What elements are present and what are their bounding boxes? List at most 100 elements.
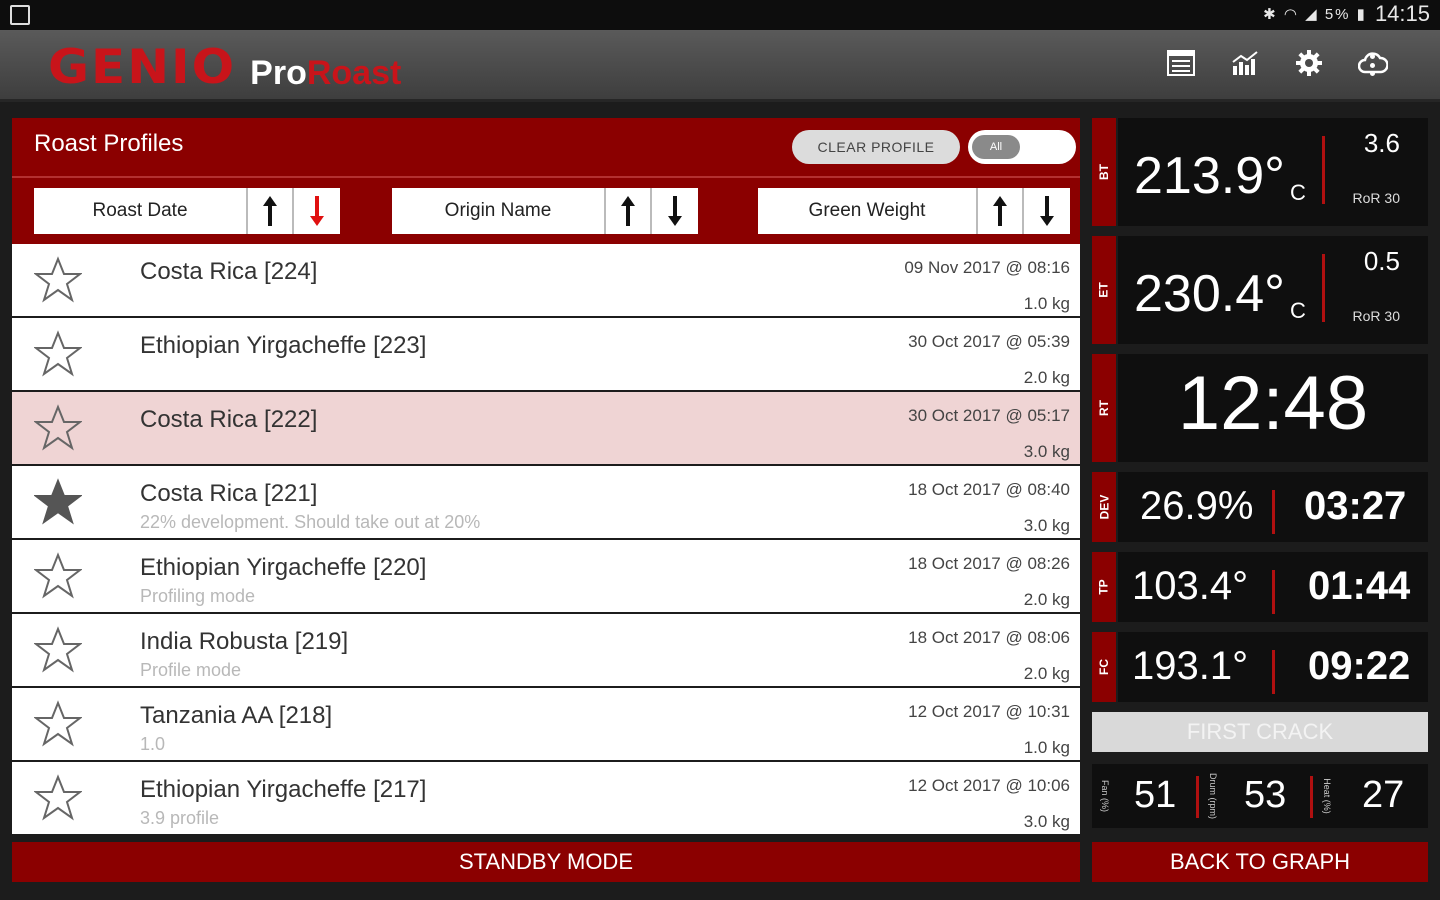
arrow-down-icon[interactable] [294,188,340,234]
star-outline-icon[interactable] [34,700,82,748]
profile-name: India Robusta [219] [140,628,349,655]
bt-ror-value: 3.6 [1363,128,1400,158]
profile-row[interactable]: Ethiopian Yirgacheffe [223] 30 Oct 2017 … [12,318,1080,390]
brand-roast: Roast [306,54,402,92]
fan-label: Fan (%) [1100,779,1111,813]
profile-date: 12 Oct 2017 @ 10:06 [908,776,1070,795]
profile-list: Costa Rica [224] 09 Nov 2017 @ 08:16 1.0… [12,244,1080,834]
fan-value: 51 [1134,774,1177,816]
profile-weight: 2.0 kg [1023,664,1070,683]
dev-time: 03:27 [1304,484,1407,528]
standby-mode-button[interactable]: STANDBY MODE [12,842,1080,882]
profile-date: 12 Oct 2017 @ 10:31 [908,702,1070,721]
status-time: 14:15 [1374,1,1430,26]
profile-row[interactable]: India Robusta [219] Profile mode 18 Oct … [12,614,1080,686]
profile-note: 22% development. Should take out at 20% [140,512,481,532]
profile-weight: 1.0 kg [1023,738,1070,757]
arrow-down-icon[interactable] [652,188,698,234]
profile-name: Ethiopian Yirgacheffe [220] [140,554,427,581]
profile-name: Tanzania AA [218] [140,702,333,729]
et-readout: ET 230.4° C 0.5 RoR 30 [1092,236,1428,344]
arrow-up-icon[interactable] [978,188,1024,234]
fc-tag: FC [1092,632,1116,702]
chart-icon[interactable] [1230,48,1260,78]
et-value: 230.4° [1134,265,1285,323]
drum-label: Drum (rpm) [1208,773,1218,819]
et-ror-label: RoR 30 [1352,308,1400,324]
star-filled-icon[interactable] [34,478,82,526]
heat-value: 27 [1362,774,1405,816]
header-divider [12,176,1080,178]
divider [1310,776,1313,818]
profile-row[interactable]: Ethiopian Yirgacheffe [220] Profiling mo… [12,540,1080,612]
sort-origin-name-label[interactable]: Origin Name [392,188,606,234]
divider [1322,136,1325,204]
all-toggle-knob: All [972,135,1020,159]
tp-temp: 103.4° [1132,564,1249,608]
star-outline-icon[interactable] [34,256,82,304]
panel-header: Roast Profiles CLEAR PROFILE All Roast D… [12,118,1080,244]
dev-percent: 26.9% [1140,484,1254,528]
divider [1272,570,1275,614]
profile-name: Costa Rica [222] [140,406,318,433]
sort-roast-date-label[interactable]: Roast Date [34,188,248,234]
profile-weight: 2.0 kg [1023,590,1070,609]
list-icon[interactable] [1166,48,1196,78]
profile-weight: 2.0 kg [1023,368,1070,387]
fc-temp: 193.1° [1132,644,1249,688]
control-strip: Fan (%) 51 Drum (rpm) 53 Heat (%) 27 [1092,764,1428,828]
star-outline-icon[interactable] [34,404,82,452]
tp-time: 01:44 [1308,564,1411,608]
first-crack-button[interactable]: FIRST CRACK [1092,712,1428,752]
profile-date: 18 Oct 2017 @ 08:06 [908,628,1070,647]
gear-icon[interactable] [1294,48,1324,78]
bt-ror-label: RoR 30 [1352,190,1400,206]
profile-name: Ethiopian Yirgacheffe [223] [140,332,427,359]
fc-readout: FC 193.1° 09:22 [1092,632,1428,702]
sort-origin-name: Origin Name [392,188,698,234]
roast-profiles-panel: Roast Profiles CLEAR PROFILE All Roast D… [12,118,1080,834]
profile-row[interactable]: Ethiopian Yirgacheffe [217] 3.9 profile … [12,762,1080,834]
profile-row-selected[interactable]: Costa Rica [222] 30 Oct 2017 @ 05:17 3.0… [12,392,1080,464]
heat-label: Heat (%) [1322,778,1333,814]
profile-row[interactable]: Tanzania AA [218] 1.0 12 Oct 2017 @ 10:3… [12,688,1080,760]
bt-tag: BT [1092,118,1116,226]
profile-date: 30 Oct 2017 @ 05:39 [908,332,1070,351]
all-toggle[interactable]: All [968,130,1076,164]
star-outline-icon[interactable] [34,552,82,600]
roast-time: 12:48 [1177,361,1369,446]
profile-date: 18 Oct 2017 @ 08:26 [908,554,1070,573]
profile-row[interactable]: Costa Rica [224] 09 Nov 2017 @ 08:16 1.0… [12,244,1080,316]
divider [1272,650,1275,694]
sort-green-weight-label[interactable]: Green Weight [758,188,978,234]
tp-readout: TP 103.4° 01:44 [1092,552,1428,622]
back-to-graph-button[interactable]: BACK TO GRAPH [1092,842,1428,882]
bt-unit: C [1290,180,1306,205]
app-logo: GENIO Pro Roast [48,38,401,94]
drum-value: 53 [1244,774,1287,816]
gallery-icon [10,5,30,25]
divider [1272,490,1275,534]
profile-weight: 3.0 kg [1023,442,1070,461]
profile-weight: 3.0 kg [1023,516,1070,535]
panel-title: Roast Profiles [34,130,184,157]
clear-profile-button[interactable]: CLEAR PROFILE [792,130,960,164]
arrow-up-icon[interactable] [606,188,652,234]
et-ror-value: 0.5 [1363,246,1400,276]
profile-note: 1.0 [140,734,166,754]
status-icons: ✱ ◠ ◢ 5% ▮ [1263,6,1367,23]
overflow-menu-icon[interactable] [1370,54,1376,76]
star-outline-icon[interactable] [34,774,82,822]
profile-row[interactable]: Costa Rica [221] 22% development. Should… [12,466,1080,538]
star-outline-icon[interactable] [34,330,82,378]
brand-genio: GENIO [48,39,237,95]
bt-value: 213.9° [1134,147,1285,205]
arrow-up-icon[interactable] [248,188,294,234]
profile-date: 09 Nov 2017 @ 08:16 [904,258,1070,277]
profile-weight: 1.0 kg [1023,294,1070,313]
star-outline-icon[interactable] [34,626,82,674]
dev-readout: DEV 26.9% 03:27 [1092,472,1428,542]
profile-note: 3.9 profile [140,808,220,828]
arrow-down-icon[interactable] [1024,188,1070,234]
rt-tag: RT [1092,354,1116,462]
